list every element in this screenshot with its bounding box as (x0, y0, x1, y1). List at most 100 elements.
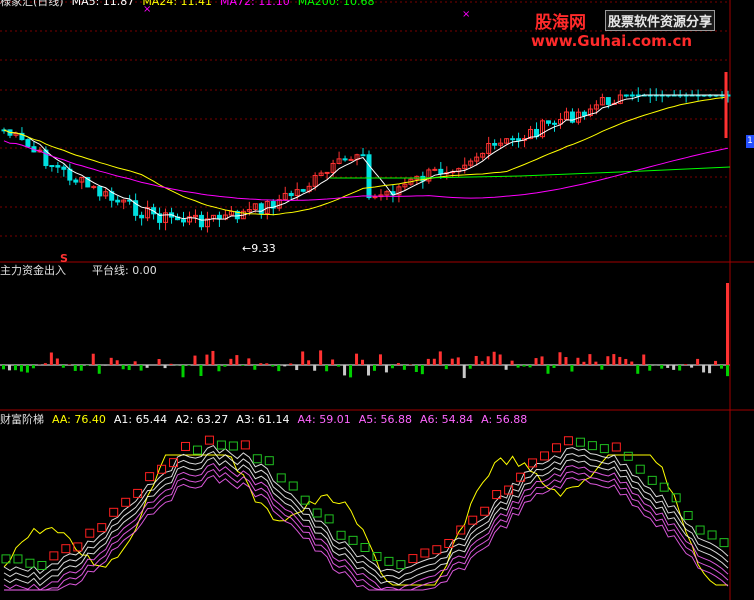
ladder-step (13, 554, 23, 564)
ladder-step (599, 444, 609, 454)
flow-bar (13, 365, 17, 371)
flow-bar (426, 358, 430, 365)
flow-bar (504, 365, 508, 370)
ladder-step (528, 458, 538, 468)
ladder-step (288, 481, 298, 491)
candle-body (510, 138, 516, 141)
flow-bar (648, 365, 652, 371)
flow-bar (624, 358, 628, 365)
flow-bar (367, 365, 370, 376)
watermark-url: www.Guhai.com.cn (531, 32, 693, 50)
wealth-ladder-pane[interactable] (1, 435, 729, 591)
flow-bar (103, 365, 107, 366)
candle-body (372, 196, 378, 199)
ladder-step (468, 515, 478, 525)
watermark-site: 股海网 (535, 13, 586, 33)
a2-value: A2: 63.27 (175, 413, 229, 426)
flow-bar (666, 365, 670, 368)
flow-bar (636, 365, 640, 374)
flow-bar (420, 365, 424, 375)
ladder-step (647, 475, 657, 485)
chart-grid (0, 0, 754, 600)
flow-bar (319, 350, 323, 365)
ladder-legend: 财富阶梯 AA: 76.40 A1: 65.44 A2: 63.27 A3: 61.14… (0, 413, 535, 427)
ladder-step (563, 436, 573, 446)
ladder-step (540, 451, 550, 461)
price-pane[interactable] (1, 72, 731, 233)
ladder-step (384, 556, 394, 566)
flow-bar (606, 356, 610, 365)
flow-bar (121, 365, 125, 370)
flow-bar (277, 365, 281, 372)
flow-bar (289, 363, 293, 365)
flow-bar (133, 361, 137, 365)
flow-bar (480, 361, 484, 365)
candle-body (73, 179, 79, 183)
ladder-step (204, 435, 214, 445)
flow-bar (516, 365, 520, 368)
flow-bar (534, 358, 538, 365)
flow-bar (55, 358, 59, 365)
flow-bar (672, 365, 676, 370)
money-flow-pane[interactable] (2, 283, 730, 379)
ladder-step (611, 442, 621, 452)
flow-bar (522, 365, 526, 367)
ladder-line (4, 474, 729, 591)
flow-bar (696, 358, 700, 365)
flow-bar (702, 365, 706, 373)
flow-bar (97, 365, 101, 374)
ladder-step (264, 456, 274, 466)
a5-value: A5: 56.88 (358, 413, 412, 426)
flow-bar (337, 365, 341, 367)
price-legend: 様家汇(日线) MA5: 11.87 MA24: 11.41 MA72: 11.10 M… (0, 0, 382, 9)
ma5-line (3, 94, 729, 221)
ma200-value: MA200: 10.68 (297, 0, 375, 8)
flow-bar (588, 354, 592, 365)
candle-body (139, 214, 145, 219)
flow-bar (259, 363, 263, 365)
flow-bar (85, 365, 89, 366)
flow-bar (169, 363, 173, 365)
candle-body (581, 111, 587, 117)
ladder-step (25, 558, 35, 568)
flow-bar (193, 355, 197, 365)
stock-name: 様家汇(日线) (0, 0, 64, 8)
flow-bar (564, 357, 568, 365)
flow-bar (510, 360, 514, 365)
ma24-value: MA24: 11.41 (142, 0, 213, 8)
flow-bar (187, 365, 191, 366)
flow-bar (115, 360, 119, 365)
flow-bar (163, 365, 167, 369)
ladder-step (97, 523, 107, 533)
candle-body (55, 165, 61, 168)
flow-bar (349, 365, 353, 378)
flow-bar (402, 365, 406, 370)
flow-bar (331, 359, 335, 365)
candle-body (492, 143, 498, 146)
flow-bar (396, 363, 400, 365)
ladder-step (420, 548, 430, 558)
flow-bar (265, 363, 269, 365)
flow-bar (684, 364, 688, 365)
flow-bar (145, 365, 149, 368)
ladder-step (121, 497, 131, 507)
candle-body (623, 94, 629, 97)
ladder-step (432, 545, 442, 555)
ma200-line (330, 166, 731, 179)
stock-chart[interactable]: ←9.33 S × × (0, 0, 754, 600)
ladder-step (408, 554, 418, 564)
axis-badge[interactable]: 1 (746, 135, 754, 148)
a-value: A: 56.88 (481, 413, 528, 426)
flow-bar (720, 365, 724, 369)
flow-bar (474, 355, 478, 365)
aa-value: AA: 76.40 (52, 413, 106, 426)
candle-body (91, 186, 97, 189)
flow-bar (199, 365, 203, 376)
flow-bar (582, 361, 586, 365)
candle-body (516, 138, 522, 141)
ladder-line (3, 456, 729, 587)
ladder-name: 财富阶梯 (0, 413, 44, 426)
flow-bar (223, 365, 227, 367)
candle-body (366, 154, 372, 199)
candle-body (115, 199, 121, 203)
